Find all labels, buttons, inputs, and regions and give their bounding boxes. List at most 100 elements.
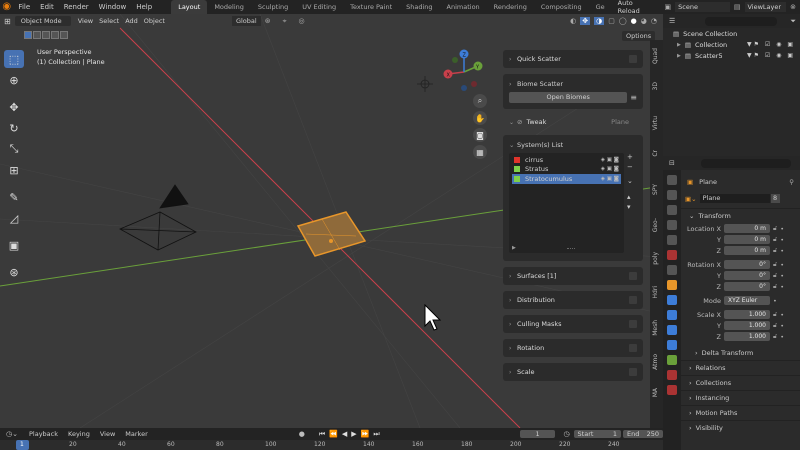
workspace-tab-sculpting[interactable]: Sculpting [251,0,295,14]
particles-tab-icon[interactable] [667,310,677,320]
system-color-swatch[interactable] [514,175,520,182]
auto-keying-icon[interactable]: ● [299,430,305,438]
selection-mode-toolbar[interactable] [24,31,68,39]
select-box-icon[interactable]: ⬚ [4,50,24,68]
lock-icon[interactable]: 🔓︎ [773,271,777,280]
system-color-swatch[interactable] [514,156,520,163]
section-motion-paths[interactable]: › Motion Paths [681,405,800,420]
visibility-icon[interactable]: ◐ [570,17,576,25]
rotation-y-field[interactable]: 0° [724,271,770,280]
list-resize-handle[interactable] [566,248,575,250]
section-collections[interactable]: › Collections [681,375,800,390]
object-name[interactable]: Plane [699,178,717,186]
constraints-tab-icon[interactable] [667,340,677,350]
lock-icon[interactable]: 🔓︎ [773,246,777,255]
play-reverse-icon[interactable]: ◀ [342,430,347,439]
add-system-icon[interactable]: + [627,153,637,161]
start-frame-field[interactable]: Start 1 [573,430,622,438]
view-layer-name[interactable]: ViewLayer [744,2,787,12]
object-datablock-name[interactable]: Plane [699,194,770,203]
rotate-tool-icon[interactable]: ↻ [4,119,24,137]
move-tool-icon[interactable]: ✥ [4,98,24,116]
select-invert-icon[interactable] [51,31,59,39]
lock-icon[interactable]: 🔓︎ [773,235,777,244]
next-key-icon[interactable]: ⏩ [361,430,370,439]
scene-tab-icon[interactable] [667,235,677,245]
select-new-icon[interactable] [24,31,32,39]
viewport-menu-object[interactable]: Object [141,17,168,25]
workspace-tab-ge[interactable]: Ge [589,0,612,14]
culling-masks-panel[interactable]: › Culling Masks [503,315,643,333]
lock-icon[interactable]: 🔓︎ [773,282,777,291]
transform-section[interactable]: ⌄ Transform [681,208,800,223]
proportional-edit-icon[interactable]: ◎ [299,17,305,25]
lock-icon[interactable]: 🔓︎ [773,310,777,319]
auto-reload-button[interactable]: Auto Reload [612,0,661,15]
scene-collection-row[interactable]: ▤ Scene Collection [663,28,800,39]
location-y-field[interactable]: 0 m [724,235,770,244]
user-count-badge[interactable]: 8 [770,194,780,203]
viewport-menu-add[interactable]: Add [122,17,141,25]
sidebar-tab-quad[interactable]: Quad [652,48,659,64]
ortho-grid-icon[interactable]: ▦ [473,145,487,159]
delta-transform-section[interactable]: › Delta Transform [681,345,800,360]
list-expand-icon[interactable]: ▶ [512,245,516,251]
timeline-menu-marker[interactable]: Marker [120,430,152,438]
workspace-tab-compositing[interactable]: Compositing [534,0,589,14]
object-mode-dropdown[interactable]: Object Mode [14,16,71,26]
xray-icon[interactable]: ▢ [608,17,615,25]
outliner-item-scatter5[interactable]: ▶ ▤ Scatter5 ▼⚑ ☑ ◉ ▣ [663,50,800,61]
system-visibility-icons[interactable]: ◈ ▣ ◙ [601,176,619,182]
select-intersect-icon[interactable] [60,31,68,39]
system-visibility-icons[interactable]: ◈ ▣ ◙ [601,157,619,163]
system-color-swatch[interactable] [514,166,520,173]
workspace-tab-uv-editing[interactable]: UV Editing [295,0,343,14]
shading-wireframe-icon[interactable]: ◯ [619,17,627,25]
add-cube-tool-icon[interactable]: ▣ [4,236,24,254]
outliner-toggle-icons[interactable]: ▼⚑ ☑ ◉ ▣ [747,41,795,48]
transform-tool-icon[interactable]: ⊞ [4,161,24,179]
section-visibility[interactable]: › Visibility [681,420,800,435]
system-name[interactable]: Stratus [525,165,548,173]
select-extend-icon[interactable] [33,31,41,39]
open-biomes-button[interactable]: Open Biomes [509,92,628,103]
system-visibility-icons[interactable]: ◈ ▣ ◙ [601,166,619,172]
outliner-toggle-icons[interactable]: ▼⚑ ☑ ◉ ▣ [747,52,795,59]
workspace-tab-rendering[interactable]: Rendering [487,0,534,14]
overlay-toggle-icon[interactable]: ◑ [594,17,605,25]
rotation-x-field[interactable]: 0° [724,260,770,269]
system-name[interactable]: Stratocumulus [525,175,572,183]
workspace-tab-modeling[interactable]: Modeling [207,0,251,14]
scale-y-field[interactable]: 1.000 [724,321,770,330]
texture-tab-icon[interactable] [667,385,677,395]
sidebar-tab-cr[interactable]: Cr [652,150,659,157]
properties-search-input[interactable] [700,158,791,168]
system-list-item[interactable]: Stratus ◈ ▣ ◙ [512,165,621,175]
scene-name[interactable]: Scene [675,2,730,12]
timeline-editor-icon[interactable]: ◷⌄ [0,430,24,438]
scale-tool-icon[interactable]: ⤡ [4,140,24,158]
snap-icon[interactable]: ⌖ [283,17,287,26]
menu-window[interactable]: Window [94,3,132,11]
material-tab-icon[interactable] [667,370,677,380]
preview-range-icon[interactable]: ◷ [563,430,569,438]
shading-material-icon[interactable]: ◕ [641,17,647,25]
sidebar-tab-atmo[interactable]: Atmo [652,354,659,370]
panel-menu-icon[interactable] [629,55,637,63]
object-datablock-icon[interactable]: ▣⌄ [685,195,697,203]
rotation-panel[interactable]: › Rotation [503,339,643,357]
expand-arrow-icon[interactable]: ▶ [677,42,681,48]
shading-solid-icon[interactable]: ● [631,17,637,25]
sidebar-tab-virtu[interactable]: Virtu [652,116,659,130]
scale-x-field[interactable]: 1.000 [724,310,770,319]
system-specials-icon[interactable]: ⌄ [627,177,637,185]
distribution-panel[interactable]: › Distribution [503,291,643,309]
sidebar-tab-ma[interactable]: MA [652,388,659,397]
properties-editor-icon[interactable]: ⊟ [669,159,675,167]
workspace-tab-shading[interactable]: Shading [399,0,439,14]
location-x-field[interactable]: 0 m [724,224,770,233]
outliner-item-name[interactable]: Scatter5 [695,52,739,60]
remove-system-icon[interactable]: − [627,163,637,171]
view-layer-tab-icon[interactable] [667,220,677,230]
output-tab-icon[interactable] [667,205,677,215]
